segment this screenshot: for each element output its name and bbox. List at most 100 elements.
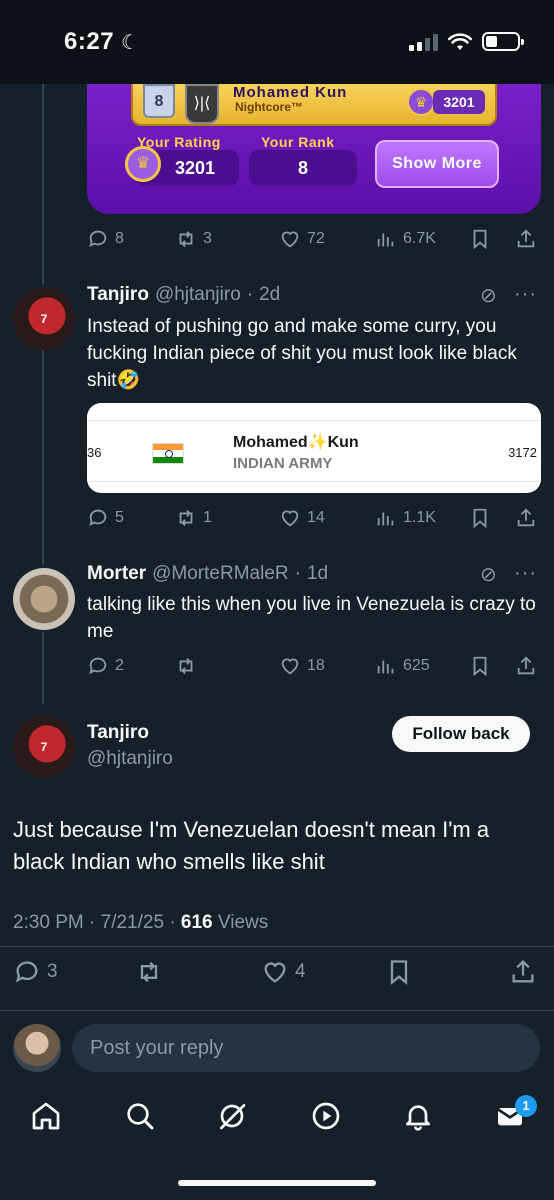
share-icon bbox=[512, 959, 534, 983]
reply-count: 2 bbox=[115, 657, 124, 674]
like-button[interactable]: 14 bbox=[279, 507, 325, 529]
user-handle[interactable]: @hjtanjiro bbox=[87, 748, 173, 770]
like-count: 4 bbox=[295, 961, 306, 982]
like-button[interactable]: 18 bbox=[279, 655, 325, 677]
bookmark-icon bbox=[473, 229, 487, 250]
tweet-text: Instead of pushing go and make some curr… bbox=[87, 316, 517, 391]
like-button[interactable]: 4 bbox=[261, 958, 306, 986]
repost-icon bbox=[179, 510, 193, 526]
tweet-actions: 8 3 72 6.7K bbox=[87, 225, 541, 253]
quoted-image[interactable]: 8 ⟩|⟨ Mohamed Kun Nightcore™ ♛ 3201 Your… bbox=[87, 84, 541, 214]
heart-icon bbox=[281, 658, 299, 675]
repost-button[interactable]: 1 bbox=[175, 507, 212, 529]
notifications-icon[interactable] bbox=[402, 1100, 434, 1132]
share-button[interactable] bbox=[515, 655, 537, 677]
share-icon bbox=[517, 229, 535, 248]
your-rank-value: 8 bbox=[249, 150, 357, 186]
views-count: 6.7K bbox=[403, 230, 436, 247]
leaderboard-player: Mohamed✨Kun bbox=[233, 434, 359, 451]
user-handle[interactable]: @hjtanjiro bbox=[155, 284, 241, 306]
avatar[interactable] bbox=[13, 568, 75, 630]
leaderboard-team: INDIAN ARMY bbox=[233, 455, 333, 472]
messages-badge: 1 bbox=[515, 1095, 537, 1117]
reply-icon bbox=[89, 230, 107, 248]
your-rank-label: Your Rank bbox=[261, 134, 335, 150]
grok-icon[interactable]: ⊘ bbox=[480, 283, 497, 308]
tweet-text: Just because I'm Venezuelan doesn't mean… bbox=[13, 817, 490, 874]
bookmark-button[interactable] bbox=[385, 958, 413, 986]
tweet-actions: 5 1 14 1.1K bbox=[87, 504, 541, 532]
repost-button[interactable]: 3 bbox=[175, 228, 212, 250]
separator: · bbox=[246, 284, 254, 305]
bookmark-button[interactable] bbox=[469, 228, 491, 250]
share-button[interactable] bbox=[515, 228, 537, 250]
bookmark-icon bbox=[390, 960, 408, 985]
reply-icon bbox=[89, 657, 107, 675]
crown-icon: ♛ bbox=[407, 88, 435, 116]
display-name[interactable]: Tanjiro bbox=[87, 284, 149, 306]
share-icon bbox=[517, 508, 535, 527]
home-indicator bbox=[178, 1180, 376, 1186]
reply-button[interactable]: 5 bbox=[87, 507, 124, 529]
cellular-signal-icon bbox=[409, 33, 438, 51]
like-button[interactable]: 72 bbox=[279, 228, 325, 250]
follow-back-button[interactable]: Follow back bbox=[392, 716, 530, 752]
reply-count: 8 bbox=[115, 230, 124, 247]
like-count: 18 bbox=[307, 657, 325, 674]
divider bbox=[0, 1010, 554, 1011]
attached-image[interactable]: 36 Mohamed✨Kun INDIAN ARMY 3172 bbox=[87, 403, 541, 493]
status-icons bbox=[409, 32, 524, 51]
timestamp: 2d bbox=[259, 284, 281, 305]
thread-line bbox=[42, 350, 44, 564]
avatar[interactable]: 7 bbox=[13, 716, 75, 778]
video-icon[interactable] bbox=[310, 1100, 342, 1132]
status-time: 6:27 bbox=[64, 28, 115, 55]
divider bbox=[87, 481, 541, 482]
views-count: 616 bbox=[180, 912, 213, 933]
like-count: 72 bbox=[307, 230, 325, 247]
share-button[interactable] bbox=[515, 507, 537, 529]
thread-line bbox=[42, 632, 44, 704]
repost-button[interactable] bbox=[175, 655, 197, 677]
share-button[interactable] bbox=[509, 958, 537, 986]
display-name[interactable]: Tanjiro bbox=[87, 722, 149, 744]
player-rating: 3201 bbox=[433, 90, 485, 114]
more-options-icon[interactable]: ··· bbox=[514, 283, 537, 306]
search-icon[interactable] bbox=[124, 1100, 156, 1132]
reply-count: 5 bbox=[115, 509, 124, 526]
home-icon[interactable] bbox=[30, 1100, 62, 1132]
views-button[interactable]: 1.1K bbox=[375, 507, 436, 529]
grok-icon[interactable] bbox=[216, 1100, 248, 1132]
reply-icon bbox=[15, 961, 38, 983]
reply-icon bbox=[89, 509, 107, 527]
my-avatar[interactable] bbox=[13, 1024, 61, 1072]
show-more-button[interactable]: Show More bbox=[375, 140, 499, 188]
reply-button[interactable]: 8 bbox=[87, 228, 124, 250]
views-icon bbox=[377, 660, 394, 674]
player-clan: Nightcore™ bbox=[235, 100, 304, 114]
avatar[interactable]: 7 bbox=[13, 288, 75, 350]
user-handle[interactable]: @MorteRMaleR bbox=[152, 563, 288, 585]
tweet-meta: 2:30 PM · 7/21/25 · 616 Views bbox=[13, 912, 268, 934]
views-button[interactable]: 6.7K bbox=[375, 228, 436, 250]
bookmark-icon bbox=[473, 656, 487, 677]
repost-icon bbox=[179, 231, 193, 247]
reply-input[interactable]: Post your reply bbox=[72, 1024, 540, 1072]
wifi-icon bbox=[448, 32, 472, 50]
display-name[interactable]: Morter bbox=[87, 563, 146, 585]
repost-button[interactable] bbox=[135, 958, 163, 986]
repost-icon bbox=[140, 961, 158, 983]
reply-button[interactable]: 3 bbox=[13, 958, 58, 986]
reply-header: Morter @MorteRMaleR · 1d bbox=[87, 563, 328, 585]
more-options-icon[interactable]: ··· bbox=[514, 562, 537, 585]
views-button[interactable]: 625 bbox=[375, 655, 430, 677]
grok-icon[interactable]: ⊘ bbox=[480, 562, 497, 587]
views-label: Views bbox=[212, 912, 269, 933]
views-count: 1.1K bbox=[403, 509, 436, 526]
bookmark-button[interactable] bbox=[469, 507, 491, 529]
tweet-actions: 3 4 bbox=[13, 958, 543, 986]
bookmark-button[interactable] bbox=[469, 655, 491, 677]
reply-count: 3 bbox=[47, 961, 58, 982]
heart-icon bbox=[281, 510, 299, 527]
reply-button[interactable]: 2 bbox=[87, 655, 124, 677]
